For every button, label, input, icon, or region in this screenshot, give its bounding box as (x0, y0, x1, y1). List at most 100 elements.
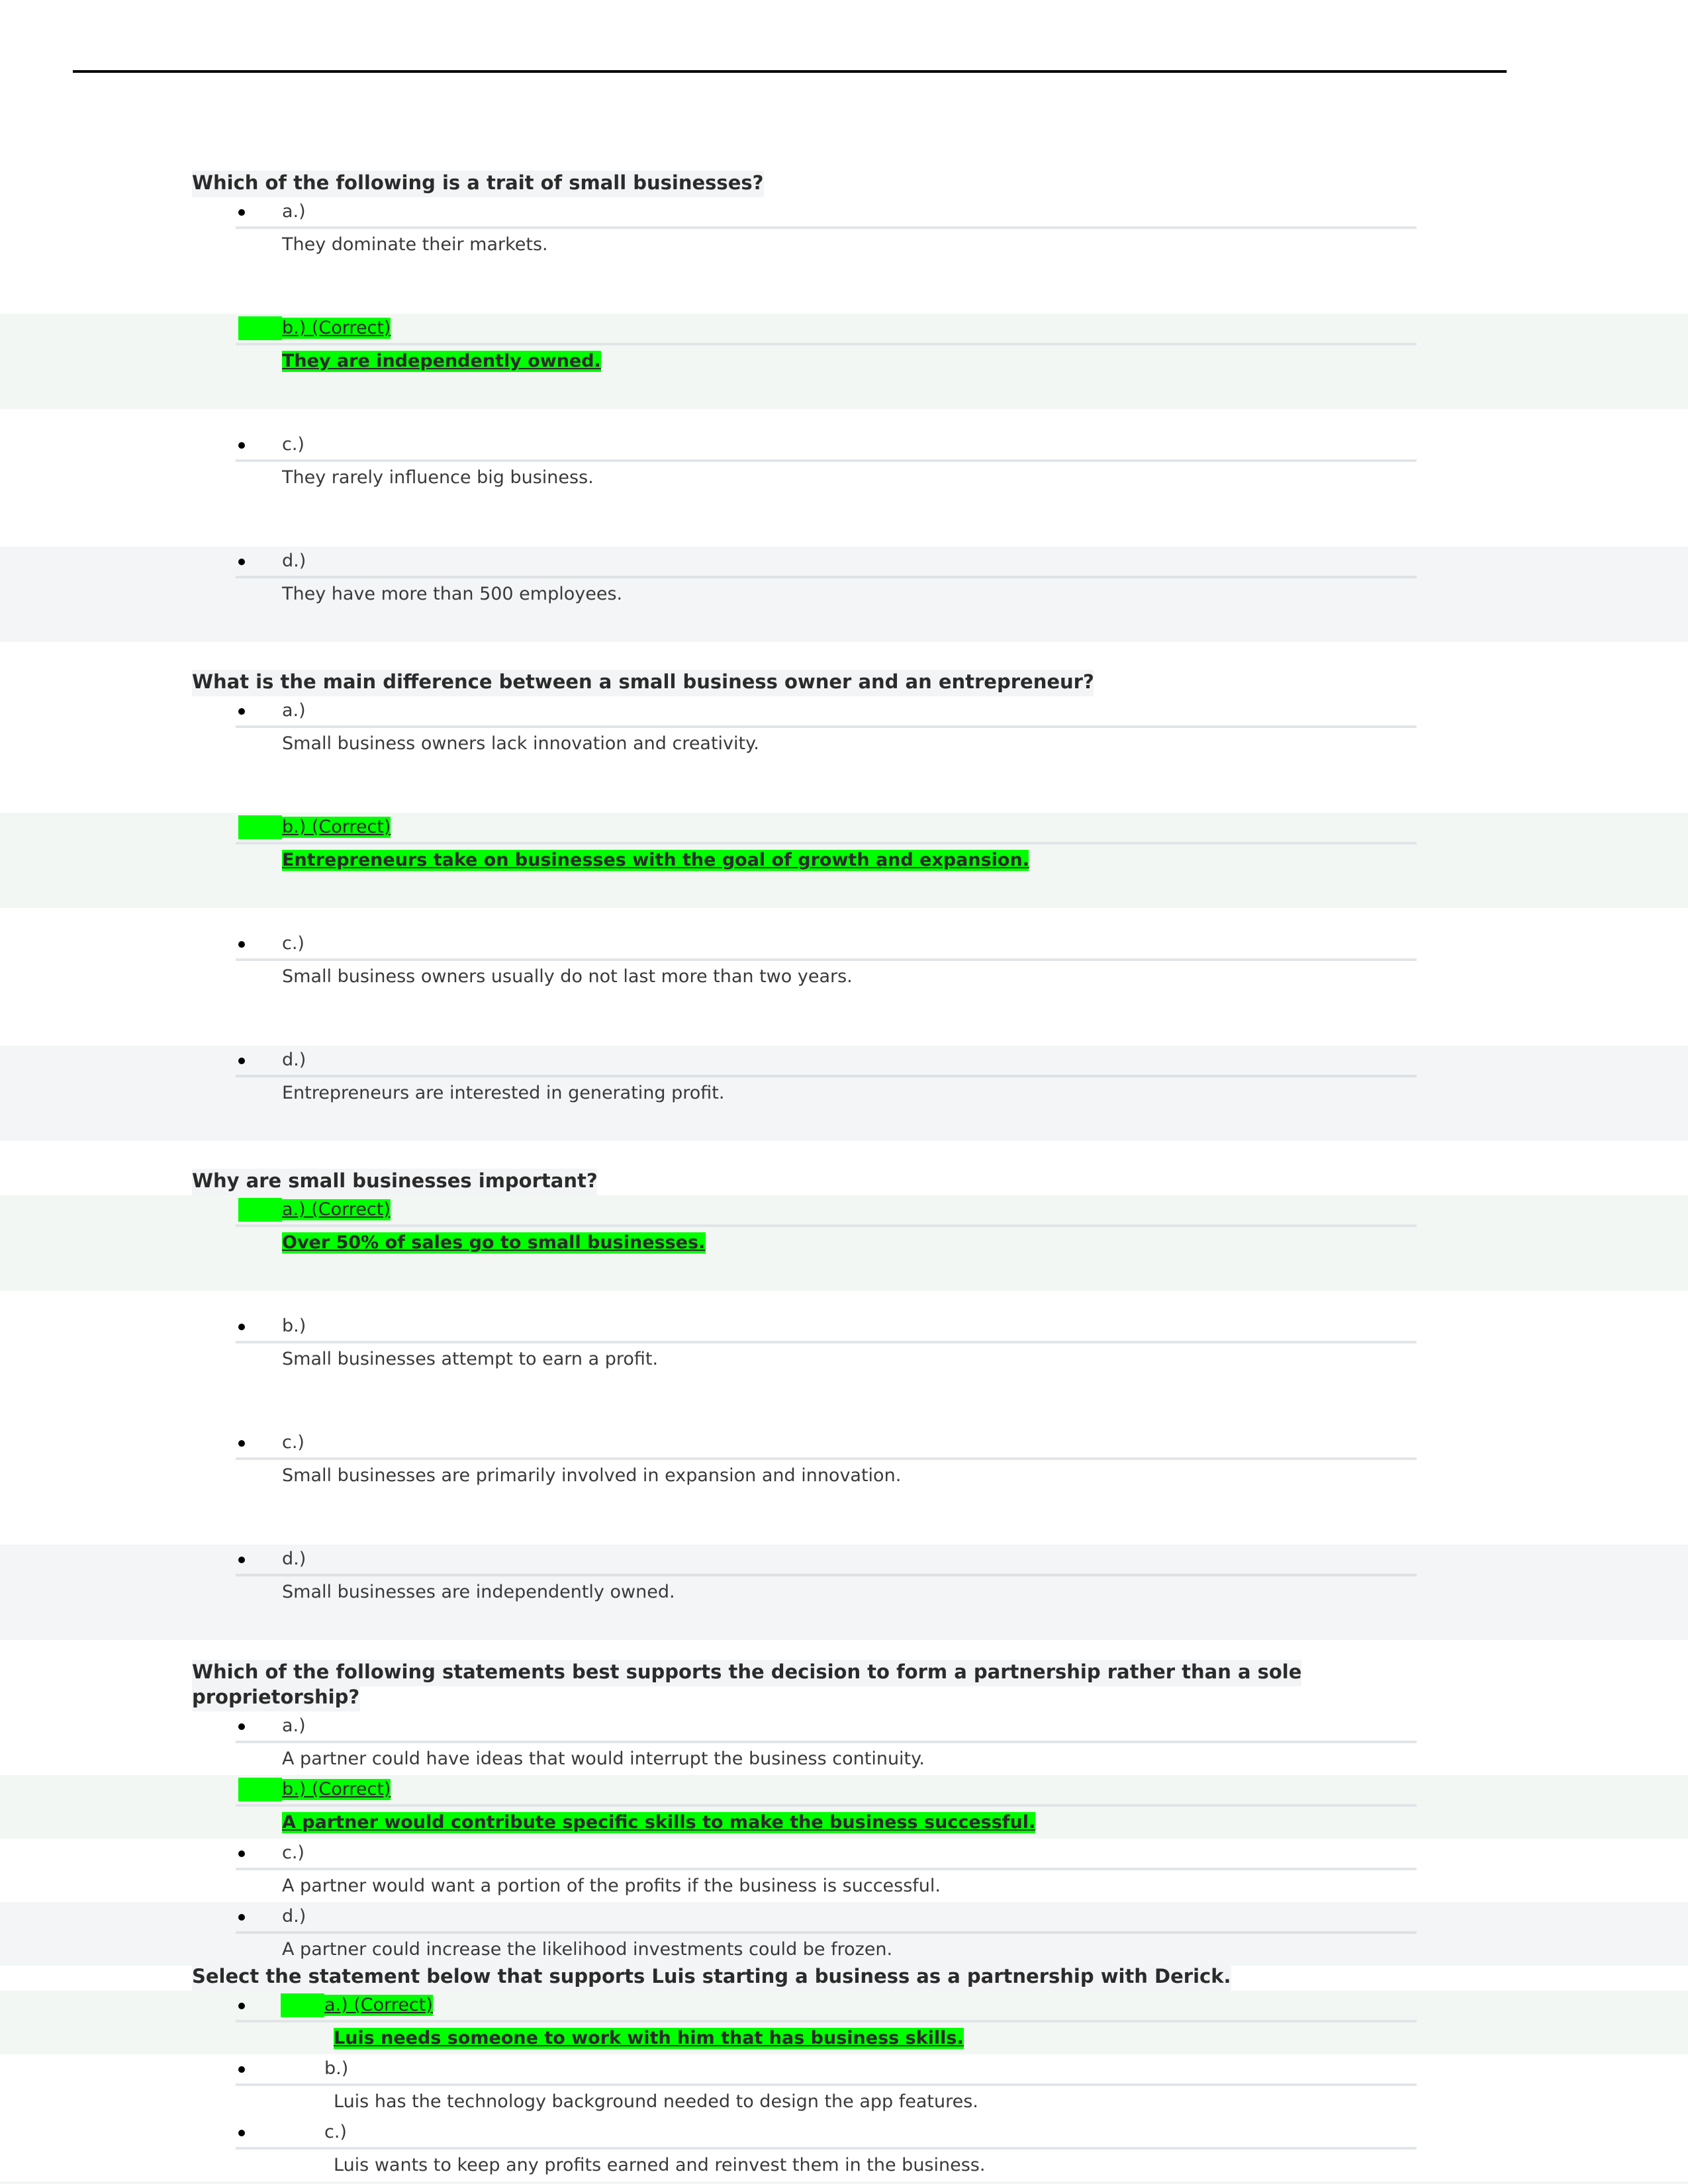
option-label-row[interactable]: a.) (0, 197, 1688, 229)
bullet-icon (238, 1557, 245, 1563)
option-label-row[interactable]: b.) (Correct) (0, 813, 1688, 844)
bullet-icon (238, 2003, 245, 2009)
option-label: c.) (282, 1843, 305, 1864)
answer-option[interactable]: a.) (Correct) Over 50% of sales go to sma… (0, 1195, 1688, 1291)
question-text: Which of the following is a trait of sma… (192, 171, 764, 197)
question-text: Which of the following statements best s… (192, 1660, 1302, 1711)
question-block: Select the statement below that supports… (0, 1964, 1688, 2184)
option-label: b.) (324, 2058, 349, 2079)
option-label-row[interactable]: c.) (0, 2118, 1688, 2150)
question-block: Which of the following is a trait of sma… (0, 171, 1688, 642)
answer-option[interactable]: b.) Luis has the technology background ne… (0, 2054, 1688, 2118)
answer-options-list: a.) A partner could have ideas that would… (0, 1711, 1688, 1966)
answer-option[interactable]: d.) A partner could increase the likeliho… (0, 1902, 1688, 1966)
option-label-text: a.) (Correct) (324, 1995, 433, 2016)
answer-options-list: a.) (Correct) Over 50% of sales go to sma… (0, 1195, 1688, 1640)
option-answer-text: A partner could have ideas that would in… (282, 1749, 925, 1770)
option-answer-text: A partner would want a portion of the pr… (282, 1876, 941, 1897)
bullet-icon (238, 559, 245, 565)
answer-option[interactable]: a.) A partner could have ideas that would… (0, 1711, 1688, 1775)
question-text: Why are small businesses important? (192, 1169, 598, 1195)
option-label-row[interactable]: c.) (0, 929, 1688, 961)
answer-option[interactable]: d.) Entrepreneurs are interested in gener… (0, 1046, 1688, 1141)
answer-option[interactable]: b.) (Correct) They are independently owne… (0, 314, 1688, 409)
option-answer-row: Small business owners lack innovation an… (0, 728, 1688, 792)
option-answer-text: Luis needs someone to work with him that… (334, 2028, 964, 2049)
bullet-icon (238, 2066, 245, 2073)
option-label: a.) (282, 1715, 306, 1737)
option-label-text: a.) (Correct) (282, 1199, 391, 1220)
question-text: Select the statement below that supports… (192, 1964, 1231, 1991)
option-label: a.) (282, 700, 306, 721)
option-label: c.) (282, 434, 305, 455)
bullet-icon (238, 1058, 245, 1064)
option-answer-row: Small businesses are primarily involved … (0, 1460, 1688, 1524)
option-label-row[interactable]: c.) (0, 1428, 1688, 1460)
option-label-row[interactable]: a.) (0, 1711, 1688, 1743)
answer-options-list: a.) Small business owners lack innovation… (0, 696, 1688, 1141)
answer-option[interactable]: c.) They rarely influence big business. (0, 430, 1688, 525)
answer-option[interactable]: c.) Luis wants to keep any profits earned… (0, 2118, 1688, 2181)
option-answer-text: Small business owners lack innovation an… (282, 733, 759, 754)
question-heading: Which of the following statements best s… (0, 1660, 1688, 1711)
option-label-row[interactable]: d.) (0, 2181, 1688, 2184)
answer-option[interactable]: b.) Small businesses attempt to earn a pr… (0, 1312, 1688, 1407)
option-answer-row: Small business owners usually do not las… (0, 961, 1688, 1024)
option-label: b.) (Correct) (238, 1778, 391, 1801)
option-label-row[interactable]: c.) (0, 1839, 1688, 1870)
option-label: c.) (282, 933, 305, 954)
bullet-icon (238, 442, 245, 449)
answer-option[interactable]: a.) They dominate their markets. (0, 197, 1688, 293)
option-answer-row: Luis wants to keep any profits earned an… (0, 2150, 1688, 2181)
option-label: d.) (282, 1050, 306, 1071)
highlight-pill (238, 1198, 282, 1222)
option-label-row[interactable]: b.) (Correct) (0, 314, 1688, 345)
answer-option[interactable]: d.) They have more than 500 employees. (0, 547, 1688, 642)
option-label-row[interactable]: a.) (Correct) (0, 1991, 1688, 2023)
answer-option[interactable]: d.)Luis has secured the funding needed t… (0, 2181, 1688, 2184)
option-label: a.) (Correct) (281, 1993, 433, 2017)
option-label-row[interactable]: c.) (0, 430, 1688, 462)
option-answer-row: Small businesses attempt to earn a profi… (0, 1343, 1688, 1407)
highlight-pill (238, 316, 282, 340)
option-label-row[interactable]: b.) (Correct) (0, 1775, 1688, 1807)
option-answer-text: Small businesses are primarily involved … (282, 1465, 902, 1486)
option-answer-row: They dominate their markets. (0, 229, 1688, 293)
answer-option[interactable]: c.) Small business owners usually do not … (0, 929, 1688, 1024)
option-answer-row: A partner would want a portion of the pr… (0, 1870, 1688, 1902)
option-answer-row: A partner could have ideas that would in… (0, 1743, 1688, 1775)
highlight-pill (281, 1993, 324, 2017)
answer-option[interactable]: a.) (Correct) Luis needs someone to work … (0, 1991, 1688, 2054)
answer-options-list: a.) (Correct) Luis needs someone to work … (0, 1991, 1688, 2184)
answer-option[interactable]: b.) (Correct) A partner would contribute … (0, 1775, 1688, 1839)
answer-option[interactable]: c.) Small businesses are primarily involv… (0, 1428, 1688, 1524)
option-answer-text: They dominate their markets. (282, 234, 548, 255)
option-label: d.) (282, 1906, 306, 1927)
option-label-row[interactable]: d.) (0, 1902, 1688, 1934)
option-label: b.) (Correct) (238, 815, 391, 839)
option-label-row[interactable]: b.) (0, 1312, 1688, 1343)
option-label-row[interactable]: b.) (0, 2054, 1688, 2086)
quiz-content: Which of the following is a trait of sma… (0, 171, 1688, 2184)
answer-option[interactable]: c.) A partner would want a portion of the… (0, 1839, 1688, 1902)
option-answer-row: Entrepreneurs are interested in generati… (0, 1077, 1688, 1141)
answer-option[interactable]: b.) (Correct) Entrepreneurs take on busin… (0, 813, 1688, 908)
option-answer-row: They have more than 500 employees. (0, 578, 1688, 642)
question-heading: Which of the following is a trait of sma… (0, 171, 1688, 197)
answer-option[interactable]: a.) Small business owners lack innovation… (0, 696, 1688, 792)
option-answer-row: Luis needs someone to work with him that… (0, 2023, 1688, 2054)
option-answer-row: Over 50% of sales go to small businesses… (0, 1227, 1688, 1291)
option-answer-text: Small businesses attempt to earn a profi… (282, 1349, 659, 1370)
option-label: b.) (282, 1316, 306, 1337)
highlight-pill (238, 1778, 282, 1801)
bullet-icon (238, 2130, 245, 2136)
option-label-row[interactable]: a.) (0, 696, 1688, 728)
bullet-icon (238, 1440, 245, 1447)
option-label: b.) (Correct) (238, 316, 391, 340)
option-label-row[interactable]: a.) (Correct) (0, 1195, 1688, 1227)
answer-option[interactable]: d.) Small businesses are independently ow… (0, 1545, 1688, 1640)
option-label-row[interactable]: d.) (0, 1545, 1688, 1576)
option-label-row[interactable]: d.) (0, 547, 1688, 578)
header-horizontal-rule (73, 70, 1507, 73)
option-label-row[interactable]: d.) (0, 1046, 1688, 1077)
